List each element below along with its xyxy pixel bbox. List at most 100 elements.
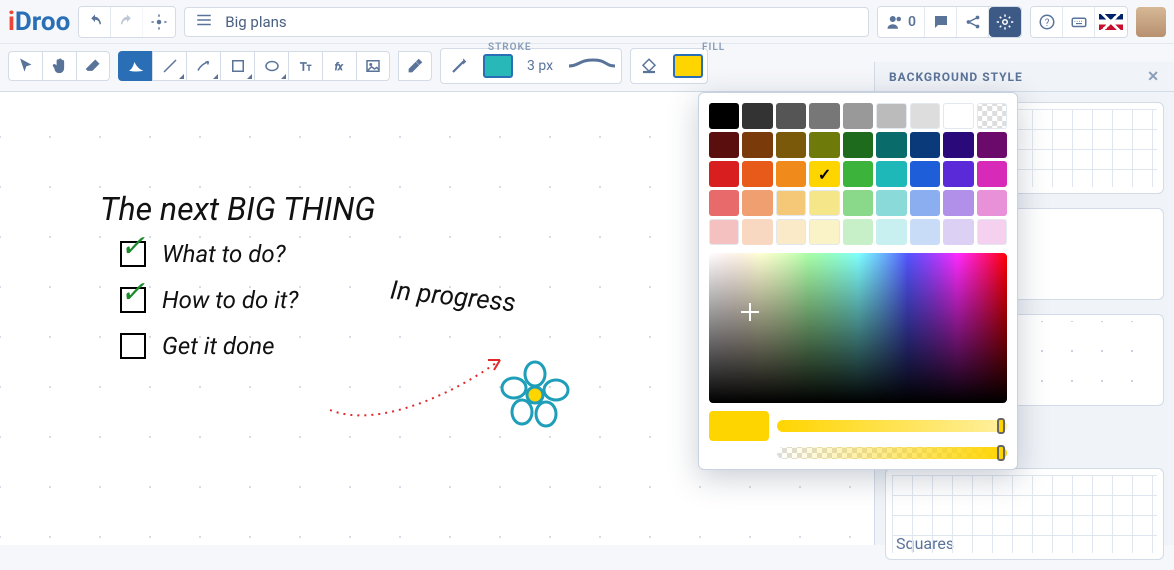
- settings-button[interactable]: [989, 7, 1021, 37]
- checkbox[interactable]: [120, 333, 146, 359]
- share-button[interactable]: [957, 7, 989, 37]
- help-button[interactable]: ?: [1031, 7, 1063, 37]
- checkbox[interactable]: ✓: [120, 241, 146, 267]
- checklist-text: What to do?: [162, 240, 286, 268]
- collaborators-button[interactable]: 0: [878, 7, 925, 37]
- eraser-tool[interactable]: [76, 51, 110, 81]
- palette-swatch[interactable]: [809, 219, 839, 245]
- palette-swatch[interactable]: [910, 190, 940, 216]
- stroke-style-icon[interactable]: [445, 51, 473, 81]
- palette-swatch[interactable]: [910, 219, 940, 245]
- palette-swatch[interactable]: [776, 132, 806, 158]
- palette-swatch[interactable]: [843, 132, 873, 158]
- palette-swatch[interactable]: [742, 161, 772, 187]
- pan-tool[interactable]: [42, 51, 76, 81]
- palette-swatch[interactable]: [977, 161, 1007, 187]
- select-tool[interactable]: [8, 51, 42, 81]
- keyboard-button[interactable]: [1063, 7, 1095, 37]
- palette-swatch[interactable]: [709, 219, 739, 245]
- user-avatar[interactable]: [1136, 7, 1166, 37]
- canvas-annotation[interactable]: In progress: [389, 276, 517, 319]
- checklist-text: Get it done: [162, 332, 274, 360]
- canvas-title-text[interactable]: The next BIG THING: [100, 190, 375, 228]
- palette-swatch[interactable]: [776, 103, 806, 129]
- palette-swatch[interactable]: [776, 190, 806, 216]
- pen-tool[interactable]: [118, 51, 152, 81]
- palette-swatch[interactable]: [876, 190, 906, 216]
- redo-button[interactable]: [111, 7, 143, 37]
- color-picker-popover: [698, 92, 1018, 470]
- palette-swatch[interactable]: [742, 103, 772, 129]
- palette-swatch[interactable]: [843, 161, 873, 187]
- flag-uk-icon: [1099, 14, 1123, 30]
- panel-title: BACKGROUND STYLE: [889, 70, 1023, 84]
- palette-swatch[interactable]: [910, 103, 940, 129]
- checklist-item[interactable]: Get it done: [120, 332, 298, 360]
- palette-swatch[interactable]: [709, 132, 739, 158]
- formula-tool[interactable]: fx: [322, 51, 356, 81]
- palette-swatch[interactable]: [977, 132, 1007, 158]
- collaborators-count: 0: [908, 14, 916, 30]
- palette-swatch[interactable]: [977, 103, 1007, 129]
- palette-swatch[interactable]: [709, 103, 739, 129]
- palette-swatch[interactable]: [876, 219, 906, 245]
- palette-swatch[interactable]: [776, 161, 806, 187]
- fill-bucket-icon[interactable]: [635, 51, 663, 81]
- palette-swatch[interactable]: [876, 103, 906, 129]
- palette-swatch[interactable]: [742, 132, 772, 158]
- palette-swatch[interactable]: [843, 103, 873, 129]
- line-tool[interactable]: [152, 51, 186, 81]
- board-title[interactable]: Big plans: [225, 13, 286, 31]
- palette-swatch[interactable]: [876, 161, 906, 187]
- bg-option-label: Squares: [896, 534, 954, 553]
- palette-swatch[interactable]: [943, 190, 973, 216]
- svg-text:T: T: [306, 63, 311, 72]
- palette-swatch[interactable]: [910, 161, 940, 187]
- checkmark-icon: ✓: [120, 275, 145, 310]
- palette-swatch[interactable]: [910, 132, 940, 158]
- panel-close-button[interactable]: ✕: [1147, 69, 1160, 85]
- palette-swatch[interactable]: [776, 219, 806, 245]
- alpha-slider[interactable]: [777, 447, 1007, 459]
- bg-option-squares[interactable]: Squares: [885, 468, 1164, 560]
- checklist-item[interactable]: ✓How to do it?: [120, 286, 298, 314]
- locate-button[interactable]: [143, 7, 175, 37]
- palette-swatch[interactable]: [742, 219, 772, 245]
- undo-button[interactable]: [79, 7, 111, 37]
- canvas-arrow[interactable]: [320, 350, 520, 430]
- palette-swatch[interactable]: [943, 161, 973, 187]
- palette-swatch[interactable]: [876, 132, 906, 158]
- canvas-flower-drawing[interactable]: [500, 360, 570, 434]
- checklist-item[interactable]: ✓ What to do?: [120, 240, 298, 268]
- ellipse-tool[interactable]: [254, 51, 288, 81]
- color-spectrum[interactable]: [709, 253, 1007, 403]
- palette-swatch[interactable]: [809, 161, 839, 187]
- lightness-slider[interactable]: [777, 420, 1007, 432]
- palette-swatch[interactable]: [843, 219, 873, 245]
- palette-swatch[interactable]: [843, 190, 873, 216]
- palette-swatch[interactable]: [742, 190, 772, 216]
- palette-swatch[interactable]: [943, 103, 973, 129]
- palette-swatch[interactable]: [943, 219, 973, 245]
- checkmark-icon: ✓: [120, 229, 145, 264]
- shape-tool[interactable]: [220, 51, 254, 81]
- eyedropper-tool[interactable]: [398, 51, 432, 81]
- chat-button[interactable]: [925, 7, 957, 37]
- palette-swatch[interactable]: [809, 190, 839, 216]
- svg-text:T: T: [300, 60, 307, 73]
- checkbox[interactable]: ✓: [120, 287, 146, 313]
- palette-swatch[interactable]: [977, 190, 1007, 216]
- svg-text:?: ?: [1044, 17, 1049, 28]
- palette-swatch[interactable]: [977, 219, 1007, 245]
- palette-swatch[interactable]: [709, 190, 739, 216]
- image-tool[interactable]: [356, 51, 390, 81]
- board-menu-icon[interactable]: [195, 11, 213, 33]
- palette-swatch[interactable]: [709, 161, 739, 187]
- palette-swatch[interactable]: [943, 132, 973, 158]
- palette-swatch[interactable]: [809, 103, 839, 129]
- text-tool[interactable]: TT: [288, 51, 322, 81]
- spectrum-cursor[interactable]: [745, 307, 755, 317]
- language-button[interactable]: [1095, 7, 1127, 37]
- arrow-tool[interactable]: [186, 51, 220, 81]
- palette-swatch[interactable]: [809, 132, 839, 158]
